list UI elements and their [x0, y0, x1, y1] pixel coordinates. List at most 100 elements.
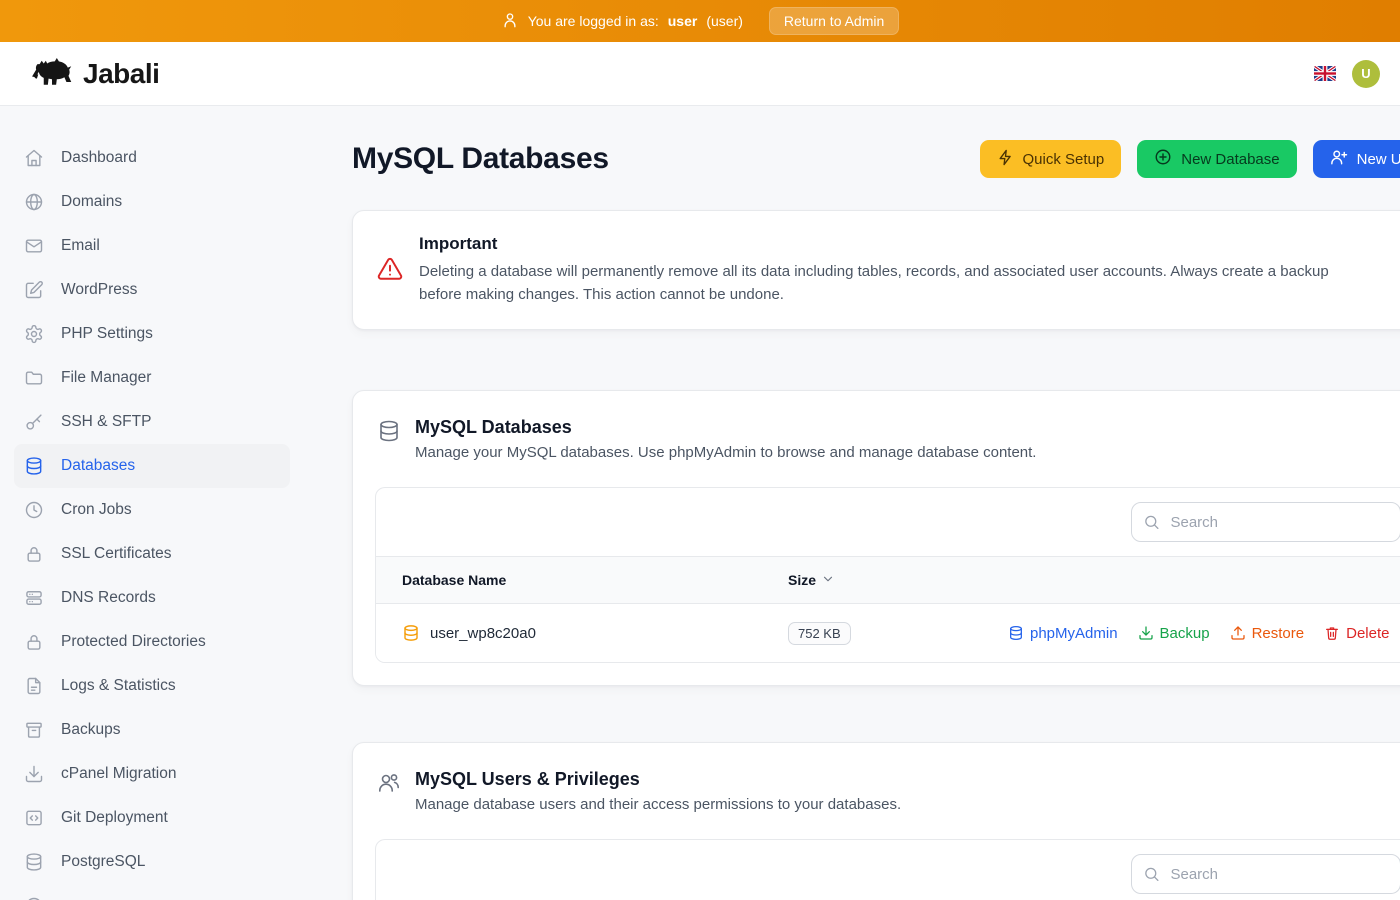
sidebar-item-dns-records[interactable]: DNS Records — [14, 576, 290, 620]
sidebar-item-label: PHP Settings — [61, 325, 153, 343]
sidebar-item-label: Dashboard — [61, 149, 137, 167]
download-icon — [1138, 625, 1154, 641]
phpmyadmin-link[interactable]: phpMyAdmin — [1008, 625, 1118, 642]
sidebar-item-label: PostgreSQL — [61, 853, 145, 871]
sidebar-item-ssh-sftp[interactable]: SSH & SFTP — [14, 400, 290, 444]
users-search-input[interactable] — [1131, 854, 1400, 894]
sidebar-item-label: Domains — [61, 193, 122, 211]
sidebar-item-label: Cron Jobs — [61, 501, 132, 519]
column-size-sort[interactable]: Size — [788, 572, 1008, 589]
mysql-databases-card: MySQL Databases Manage your MySQL databa… — [352, 390, 1400, 686]
uk-flag-icon[interactable] — [1314, 66, 1336, 81]
important-warning-card: Important Deleting a database will perma… — [352, 210, 1400, 330]
sidebar-item-php-settings[interactable]: PHP Settings — [14, 312, 290, 356]
databases-table: Database Name Size user_wp8c20a0 752 KB — [375, 487, 1400, 663]
logged-in-role: (user) — [706, 13, 743, 29]
database-icon — [24, 852, 44, 872]
sidebar-item-dashboard[interactable]: Dashboard — [14, 136, 290, 180]
sidebar-item-cron-jobs[interactable]: Cron Jobs — [14, 488, 290, 532]
logged-in-prefix: You are logged in as: — [528, 13, 659, 29]
sidebar-item-ssl-certificates[interactable]: SSL Certificates — [14, 532, 290, 576]
sidebar-item-label: cPanel Migration — [61, 765, 176, 783]
database-name: user_wp8c20a0 — [430, 625, 536, 642]
sidebar-item-label: DNS Records — [61, 589, 156, 607]
database-row: user_wp8c20a0 752 KB phpMyAdmin Backup — [376, 604, 1400, 662]
page-actions: Quick Setup New Database New User — [980, 140, 1400, 178]
sidebar-item-partial[interactable] — [14, 884, 290, 900]
chevron-down-icon — [821, 572, 835, 589]
globe-icon — [24, 192, 44, 212]
new-database-button[interactable]: New Database — [1137, 140, 1296, 178]
databases-search — [1131, 502, 1400, 542]
new-user-button[interactable]: New User — [1313, 140, 1400, 178]
clock-icon — [24, 500, 44, 520]
sidebar-item-protected-directories[interactable]: Protected Directories — [14, 620, 290, 664]
section-title: MySQL Databases — [415, 417, 1036, 438]
zap-icon — [997, 149, 1014, 170]
home-icon — [24, 148, 44, 168]
mysql-users-card: MySQL Users & Privileges Manage database… — [352, 742, 1400, 900]
logged-in-status: You are logged in as: user (user) — [501, 11, 743, 32]
edit-icon — [24, 280, 44, 300]
sidebar-item-label: Backups — [61, 721, 120, 739]
person-icon — [501, 11, 519, 32]
archive-icon — [24, 720, 44, 740]
sidebar-item-label: SSL Certificates — [61, 545, 172, 563]
sidebar-item-backups[interactable]: Backups — [14, 708, 290, 752]
database-icon — [24, 456, 44, 476]
return-to-admin-button[interactable]: Return to Admin — [769, 7, 899, 35]
sidebar-item-git-deployment[interactable]: Git Deployment — [14, 796, 290, 840]
restore-link[interactable]: Restore — [1230, 625, 1305, 642]
gear-icon — [24, 324, 44, 344]
sidebar-item-domains[interactable]: Domains — [14, 180, 290, 224]
key-icon — [24, 412, 44, 432]
brand-logo[interactable]: Jabali — [30, 54, 159, 93]
sidebar-item-email[interactable]: Email — [14, 224, 290, 268]
database-section-icon — [377, 419, 401, 461]
sidebar-item-databases[interactable]: Databases — [14, 444, 290, 488]
warning-title: Important — [419, 234, 1349, 254]
users-search — [1131, 854, 1400, 894]
sidebar-item-label: Protected Directories — [61, 633, 206, 651]
upload-icon — [1230, 625, 1246, 641]
mail-icon — [24, 236, 44, 256]
backup-link[interactable]: Backup — [1138, 625, 1210, 642]
database-icon — [1008, 625, 1024, 641]
databases-search-input[interactable] — [1131, 502, 1400, 542]
sidebar-item-label: Logs & Statistics — [61, 677, 176, 695]
sidebar-item-file-manager[interactable]: File Manager — [14, 356, 290, 400]
sidebar-item-logs-statistics[interactable]: Logs & Statistics — [14, 664, 290, 708]
app-header: Jabali U — [0, 42, 1400, 106]
warthog-logo-icon — [30, 54, 74, 93]
lock-icon — [24, 544, 44, 564]
sidebar-nav: Dashboard Domains Email WordPress PHP Se… — [0, 106, 304, 900]
file-text-icon — [24, 676, 44, 696]
brand-name: Jabali — [83, 58, 159, 90]
sidebar-item-postgresql[interactable]: PostgreSQL — [14, 840, 290, 884]
user-avatar[interactable]: U — [1352, 60, 1380, 88]
admin-session-bar: You are logged in as: user (user) Return… — [0, 0, 1400, 42]
circle-icon — [24, 896, 44, 900]
quick-setup-button[interactable]: Quick Setup — [980, 140, 1122, 178]
sidebar-item-label: Email — [61, 237, 100, 255]
users-table: User Database Privileges — [375, 839, 1400, 900]
section-description: Manage your MySQL databases. Use phpMyAd… — [415, 444, 1036, 461]
code-icon — [24, 808, 44, 828]
sidebar-item-label: SSH & SFTP — [61, 413, 151, 431]
sidebar-item-label: Git Deployment — [61, 809, 168, 827]
download-icon — [24, 764, 44, 784]
column-database-name: Database Name — [402, 572, 788, 588]
folder-icon — [24, 368, 44, 388]
database-row-icon — [402, 624, 420, 642]
main-content: MySQL Databases Quick Setup New Database… — [304, 106, 1400, 900]
delete-link[interactable]: Delete — [1324, 625, 1389, 642]
sidebar-item-wordpress[interactable]: WordPress — [14, 268, 290, 312]
trash-icon — [1324, 625, 1340, 641]
page-title: MySQL Databases — [352, 142, 609, 176]
sidebar-item-cpanel-migration[interactable]: cPanel Migration — [14, 752, 290, 796]
section-description: Manage database users and their access p… — [415, 796, 901, 813]
users-section-icon — [377, 771, 401, 813]
warning-triangle-icon — [377, 256, 403, 306]
lock-icon — [24, 632, 44, 652]
section-title: MySQL Users & Privileges — [415, 769, 901, 790]
